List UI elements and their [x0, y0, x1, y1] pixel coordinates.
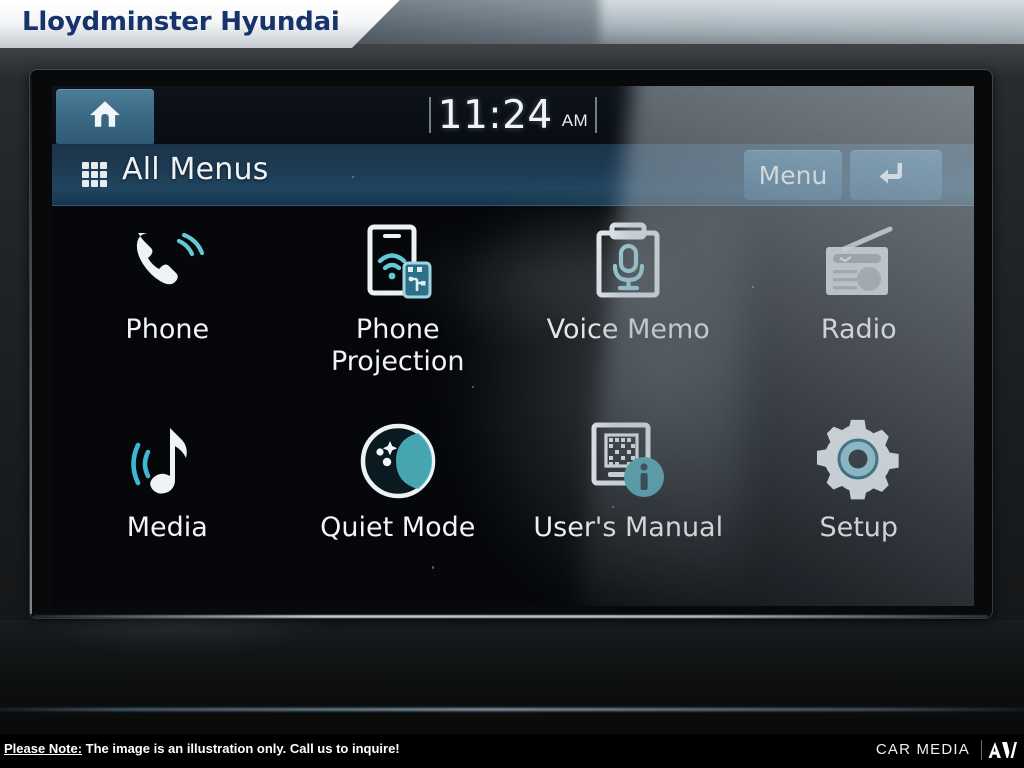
app-label-phone-projection: Phone Projection: [330, 314, 465, 377]
app-label-media: Media: [126, 512, 208, 543]
page-title: All Menus: [122, 152, 269, 187]
infotainment-screen[interactable]: 11:24 AM All Menus Menu Phone Phone Proj…: [30, 70, 992, 618]
disclaimer-text: The image is an illustration only. Call …: [85, 741, 400, 756]
menu-button-label: Menu: [758, 160, 828, 190]
app-tile-setup[interactable]: Setup: [744, 408, 975, 606]
display-area: 11:24 AM All Menus Menu Phone Phone Proj…: [52, 86, 974, 606]
dashboard-trim-highlight: [0, 708, 1024, 711]
brand-name: CAR MEDIA: [875, 741, 970, 758]
app-tile-phone-projection[interactable]: Phone Projection: [283, 210, 514, 408]
menu-button[interactable]: Menu: [744, 150, 842, 200]
disclaimer-note: Please Note: The image is an illustratio…: [4, 741, 400, 756]
title-bar: All Menus Menu: [52, 144, 974, 206]
av-logo-icon: [988, 740, 1018, 760]
glass-edge-bottom: [34, 615, 988, 618]
voice-memo-icon: [589, 220, 667, 306]
phone-projection-icon: [356, 220, 440, 306]
app-label-users-manual: User's Manual: [533, 512, 724, 543]
music-note-icon: [124, 418, 210, 504]
radio-icon: [814, 220, 904, 306]
dealer-name: Lloydminster Hyundai: [22, 7, 340, 37]
home-icon: [88, 97, 122, 136]
screenshot-scene: 11:24 AM All Menus Menu Phone Phone Proj…: [0, 0, 1024, 768]
phone-handset-icon: [125, 220, 209, 306]
app-tile-quiet-mode[interactable]: Quiet Mode: [283, 408, 514, 606]
grid-menu-icon: [82, 162, 107, 187]
dealer-banner: Lloydminster Hyundai: [0, 0, 400, 48]
footer-divider: [981, 740, 982, 760]
clock-divider-left: [428, 97, 431, 133]
app-tile-phone[interactable]: Phone: [52, 210, 283, 408]
app-label-voice-memo: Voice Memo: [546, 314, 710, 345]
app-tile-voice-memo[interactable]: Voice Memo: [513, 210, 744, 408]
glass-edge-left: [30, 74, 32, 614]
app-tile-users-manual[interactable]: User's Manual: [513, 408, 744, 606]
clock-time: 11:24: [437, 92, 553, 138]
crescent-moon-icon: [356, 418, 440, 504]
clock: 11:24 AM: [52, 86, 974, 144]
app-tile-radio[interactable]: Radio: [744, 210, 975, 408]
qr-manual-info-icon: [586, 418, 670, 504]
back-arrow-icon: [876, 157, 916, 194]
app-label-radio: Radio: [820, 314, 897, 345]
clock-divider-right: [595, 97, 598, 133]
status-bar: 11:24 AM: [52, 86, 974, 144]
app-tile-media[interactable]: Media: [52, 408, 283, 606]
footer-bar: Please Note: The image is an illustratio…: [0, 734, 1024, 768]
home-button[interactable]: [56, 89, 154, 144]
gear-icon: [816, 418, 902, 504]
app-label-phone: Phone: [125, 314, 210, 345]
disclaimer-prefix: Please Note:: [4, 741, 83, 756]
app-label-setup: Setup: [819, 512, 899, 543]
app-label-quiet-mode: Quiet Mode: [320, 512, 476, 543]
clock-period: AM: [561, 111, 589, 130]
back-button[interactable]: [850, 150, 942, 200]
all-menus-grid: Phone Phone Projection Voice Memo Radio …: [52, 210, 974, 606]
